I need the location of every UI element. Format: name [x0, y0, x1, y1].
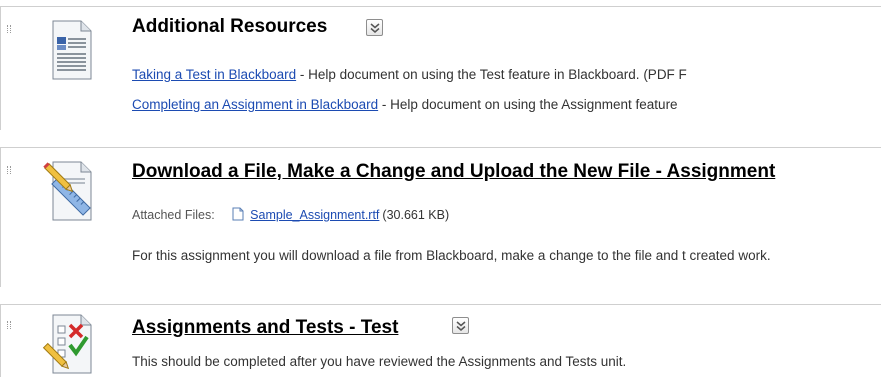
test-description: This should be completed after you have …: [132, 354, 627, 369]
resource-line: Taking a Test in Blackboard - Help docum…: [132, 67, 687, 82]
options-menu-button[interactable]: [366, 19, 383, 36]
content-item-additional-resources: Additional Resources Taking a Test in Bl…: [0, 6, 881, 130]
assignment-icon: [39, 158, 103, 224]
attached-files-label: Attached Files:: [132, 208, 215, 222]
document-icon: [39, 17, 103, 83]
double-chevron-down-icon: [456, 321, 466, 331]
resource-description: - Help document on using the Test featur…: [296, 67, 687, 82]
assignment-title-link[interactable]: Download a File, Make a Change and Uploa…: [132, 161, 775, 183]
test-title-link[interactable]: Assignments and Tests - Test: [132, 317, 398, 339]
drag-handle[interactable]: [7, 25, 11, 33]
resource-line: Completing an Assignment in Blackboard -…: [132, 97, 678, 112]
resource-description: - Help document on using the Assignment …: [378, 97, 678, 112]
attached-file-link[interactable]: Sample_Assignment.rtf: [250, 208, 379, 222]
test-icon: [39, 311, 103, 377]
double-chevron-down-icon: [370, 23, 380, 33]
content-item-assignment: Download a File, Make a Change and Uploa…: [0, 147, 881, 287]
options-menu-button[interactable]: [452, 317, 469, 334]
assignment-description: For this assignment you will download a …: [132, 248, 771, 263]
file-size: (30.661 KB): [382, 208, 450, 222]
content-page: Additional Resources Taking a Test in Bl…: [0, 0, 881, 377]
completing-assignment-link[interactable]: Completing an Assignment in Blackboard: [132, 97, 378, 112]
file-icon: [232, 207, 244, 224]
drag-handle[interactable]: [7, 321, 11, 329]
attached-files-row: Attached Files: Sample_Assignment.rtf (30…: [132, 207, 449, 224]
item-title: Additional Resources: [132, 16, 328, 37]
drag-handle[interactable]: [7, 166, 11, 174]
content-item-test: Assignments and Tests - Test This should…: [0, 304, 881, 377]
taking-a-test-link[interactable]: Taking a Test in Blackboard: [132, 67, 296, 82]
